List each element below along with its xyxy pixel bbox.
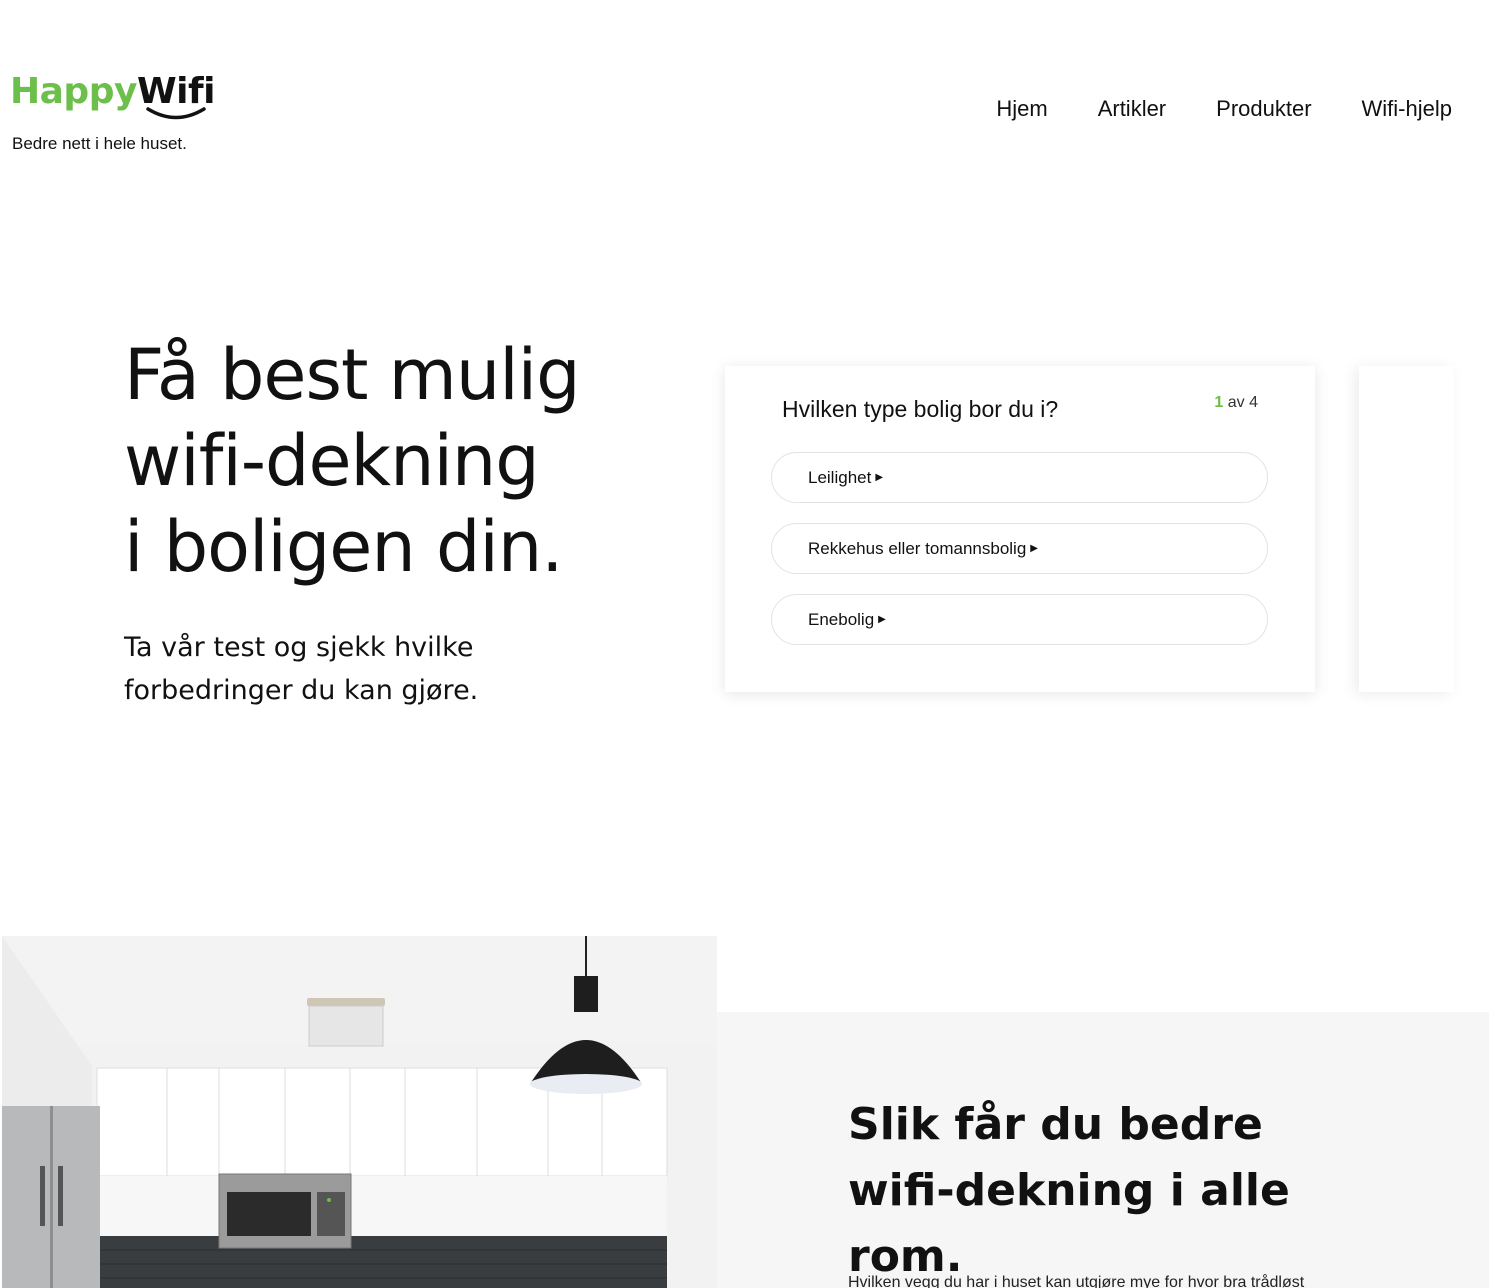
quiz-step-total: av 4 [1223,394,1258,411]
quiz-option-leilighet[interactable]: Leilighet ▶ [771,452,1268,503]
nav-item-artikler[interactable]: Artikler [1098,96,1166,122]
quiz-option-label: Leilighet [808,467,872,487]
play-arrow-icon: ▶ [1030,543,1038,554]
nav-item-produkter[interactable]: Produkter [1216,96,1311,122]
quiz-option-rekkehus[interactable]: Rekkehus eller tomannsbolig ▶ [771,523,1268,574]
quiz-card: Hvilken type bolig bor du i? 1 av 4 Leil… [725,366,1315,692]
play-arrow-icon: ▶ [875,472,884,483]
logo[interactable]: Happy Wifi [10,70,216,120]
quiz-step-current: 1 [1214,394,1224,411]
quiz-option-label: Rekkehus eller tomannsbolig [808,538,1027,558]
quiz-question: Hvilken type bolig bor du i? [782,396,1059,422]
quiz-option-enebolig[interactable]: Enebolig ▶ [771,594,1268,645]
quiz-next-card-preview [1359,366,1454,692]
quiz-step-indicator: 1 av 4 [1214,394,1258,412]
hero-subtitle-line: Ta vår test og sjekk hvilke [124,632,474,663]
nav-item-wifi-hjelp[interactable]: Wifi-hjelp [1362,96,1452,122]
hero-subtitle: Ta vår test og sjekk hvilke forbedringer… [124,626,544,712]
play-arrow-icon: ▶ [878,614,886,625]
smile-icon [146,107,206,120]
hero-title-line: Få best mulig [124,334,581,416]
info-title: Slik får du bedre wifi-dekning i alle ro… [848,1099,1290,1282]
kitchen-illustration [2,936,717,1288]
hero-subtitle-line: forbedringer du kan gjøre. [124,675,479,706]
hero-title-line: i boligen din. [124,506,563,588]
kitchen-photo [2,936,717,1288]
hero-title-line: wifi-dekning [124,420,540,502]
nav-item-hjem[interactable]: Hjem [996,96,1047,122]
tagline: Bedre nett i hele huset. [12,134,187,153]
hero-title: Få best mulig wifi-dekning i boligen din… [124,332,684,590]
quiz-option-label: Enebolig [808,609,875,629]
logo-happy-text: Happy [10,71,137,112]
main-nav: Hjem Artikler Produkter Wifi-hjelp [996,96,1452,122]
info-panel: Slik får du bedre wifi-dekning i alle ro… [717,1012,1489,1288]
info-text: Hvilken vegg du har i huset kan utgjøre … [848,1274,1305,1288]
